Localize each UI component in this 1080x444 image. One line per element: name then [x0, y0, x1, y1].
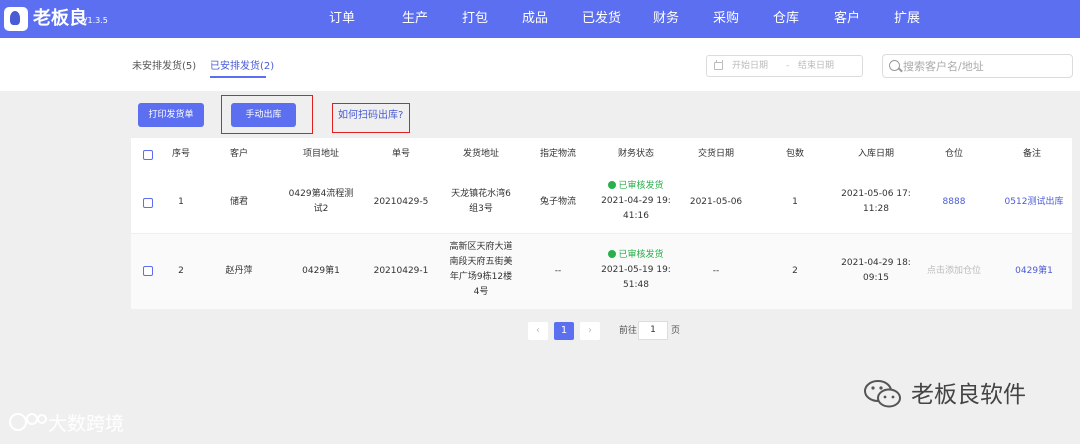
table-row: 2 赵丹萍 0429第1 20210429-1 高新区天府大道 南段天府五街美 年…: [131, 233, 1072, 309]
app-version: V1.3.5: [82, 16, 108, 25]
app-logo-icon: [4, 7, 28, 31]
nav-orders[interactable]: 订单: [329, 0, 355, 38]
col-project-address: 项目地址: [302, 149, 339, 159]
nav-shipped[interactable]: 已发货: [582, 0, 621, 38]
top-nav-bar: 老板良 V1.3.5 订单 生产 打包 成品 已发货 财务 采购 仓库 客户 扩…: [0, 0, 1080, 38]
cell-project-address: 0429第1: [302, 266, 340, 276]
watermark-left: 大数跨境: [8, 410, 124, 437]
col-ship-address: 发货地址: [462, 149, 499, 159]
wechat-icon: [864, 380, 901, 408]
row-checkbox[interactable]: [143, 198, 153, 208]
col-index: 序号: [171, 149, 190, 159]
next-page-button[interactable]: ›: [580, 322, 600, 340]
print-shipping-button[interactable]: 打印发货单: [138, 103, 204, 127]
nav-finished[interactable]: 成品: [522, 0, 548, 38]
watermark-logo-icon: [9, 413, 47, 431]
cell-ship-address: 高新区天府大道 南段天府五街美 年广场9栋12楼 4号: [449, 242, 513, 297]
nav-purchase[interactable]: 采购: [713, 0, 739, 38]
col-logistics: 指定物流: [539, 149, 576, 159]
col-order-no: 单号: [391, 149, 410, 159]
nav-finance[interactable]: 财务: [653, 0, 679, 38]
cell-logistics: --: [554, 266, 562, 276]
check-circle-icon: [608, 250, 617, 258]
sub-header: 未安排发货(5) 已安排发货(2) 开始日期 - 结束日期: [0, 38, 1080, 91]
table-header: 序号 客户 项目地址 单号 发货地址 指定物流 财务状态 交货日期 包数 入库日…: [131, 138, 1072, 172]
select-all-checkbox[interactable]: [143, 150, 153, 160]
search-icon: [889, 60, 900, 71]
nav-production[interactable]: 生产: [402, 0, 428, 38]
nav-packing[interactable]: 打包: [462, 0, 488, 38]
col-packages: 包数: [785, 149, 804, 159]
end-date-input[interactable]: 结束日期: [798, 60, 834, 72]
date-range-picker[interactable]: 开始日期 - 结束日期: [706, 55, 863, 77]
col-location: 仓位: [944, 149, 963, 159]
table-row: 1 储君 0429第4流程测 试2 20210429-5 天龙镇花水湾6 组3号 兔…: [131, 172, 1072, 233]
nav-extend[interactable]: 扩展: [894, 0, 920, 38]
nav-warehouse[interactable]: 仓库: [773, 0, 799, 38]
manual-out-button[interactable]: 手动出库: [231, 103, 296, 127]
cell-delivery-date: 2021-05-06: [689, 197, 743, 207]
search-box[interactable]: [882, 54, 1073, 78]
cell-remark-link[interactable]: 0429第1: [997, 264, 1071, 279]
app-brand: 老板良: [33, 8, 87, 29]
cell-packages: 1: [792, 197, 798, 207]
calendar-icon: [714, 60, 723, 70]
cell-ship-address: 天龙镇花水湾6 组3号: [451, 189, 511, 214]
goto-page-input[interactable]: 1: [638, 321, 668, 340]
cell-in-date: 2021-05-06 17: 11:28: [841, 189, 911, 214]
check-circle-icon: [608, 181, 617, 189]
col-finance-status: 财务状态: [617, 149, 654, 159]
cell-order-no: 20210429-1: [373, 266, 429, 276]
cell-finance-status: 已审核发货 2021-04-29 19: 41:16: [601, 181, 671, 221]
cell-order-no: 20210429-5: [373, 197, 429, 207]
search-input[interactable]: [903, 57, 1068, 75]
shipment-table: 序号 客户 项目地址 单号 发货地址 指定物流 财务状态 交货日期 包数 入库日…: [131, 138, 1072, 309]
col-in-date: 入库日期: [857, 149, 894, 159]
cell-remark-link[interactable]: 0512测试出库: [997, 195, 1071, 210]
goto-prefix: 前往: [619, 326, 638, 336]
tab-unscheduled[interactable]: 未安排发货(5): [132, 60, 196, 74]
cell-location-link[interactable]: 8888: [921, 195, 987, 210]
col-customer: 客户: [229, 149, 248, 159]
cell-logistics: 兔子物流: [539, 197, 576, 207]
date-separator: -: [786, 61, 790, 71]
watermark-right: 老板良软件: [911, 382, 1026, 408]
start-date-input[interactable]: 开始日期: [732, 60, 768, 72]
cell-customer: 储君: [229, 197, 248, 207]
cell-delivery-date: --: [712, 266, 720, 276]
cell-project-address: 0429第4流程测 试2: [288, 189, 354, 214]
add-location-link[interactable]: 点击添加仓位: [921, 264, 987, 279]
prev-page-button[interactable]: ‹: [528, 322, 548, 340]
cell-index: 2: [178, 266, 184, 276]
row-checkbox[interactable]: [143, 266, 153, 276]
active-tab-indicator: [210, 76, 266, 78]
scan-help-link[interactable]: 如何扫码出库?: [338, 109, 403, 123]
nav-customers[interactable]: 客户: [834, 0, 860, 38]
col-remark: 备注: [1022, 149, 1041, 159]
cell-in-date: 2021-04-29 18: 09:15: [841, 258, 911, 283]
cell-customer: 赵丹萍: [225, 266, 253, 276]
page-1-button[interactable]: 1: [554, 322, 574, 340]
col-delivery-date: 交货日期: [697, 149, 734, 159]
cell-finance-status: 已审核发货 2021-05-19 19: 51:48: [601, 250, 671, 290]
cell-packages: 2: [792, 266, 798, 276]
cell-index: 1: [178, 197, 184, 207]
goto-suffix: 页: [671, 326, 681, 336]
tab-scheduled[interactable]: 已安排发货(2): [210, 60, 274, 74]
